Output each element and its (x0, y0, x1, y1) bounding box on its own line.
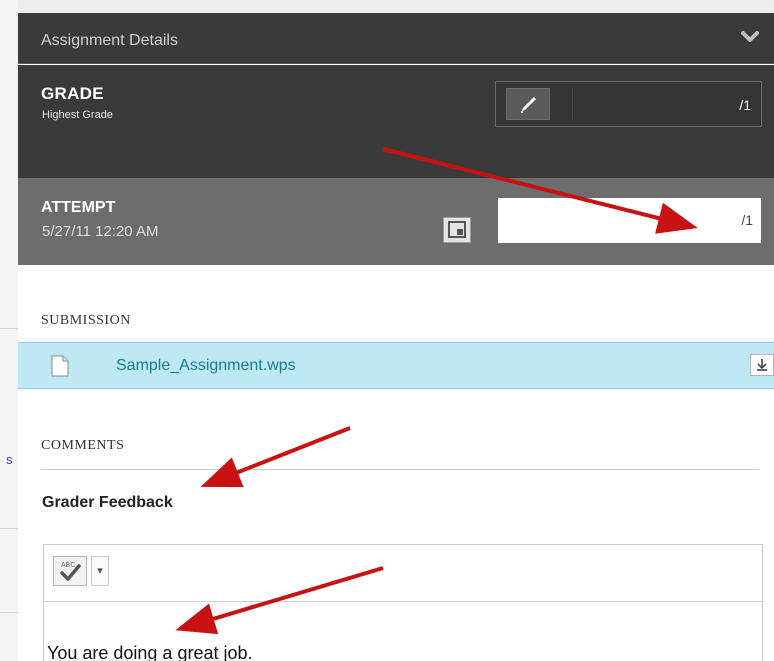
annotation-arrow (175, 566, 384, 635)
annotation-arrow (200, 426, 351, 488)
annotation-arrow (382, 147, 698, 234)
annotation-arrows (175, 147, 698, 635)
